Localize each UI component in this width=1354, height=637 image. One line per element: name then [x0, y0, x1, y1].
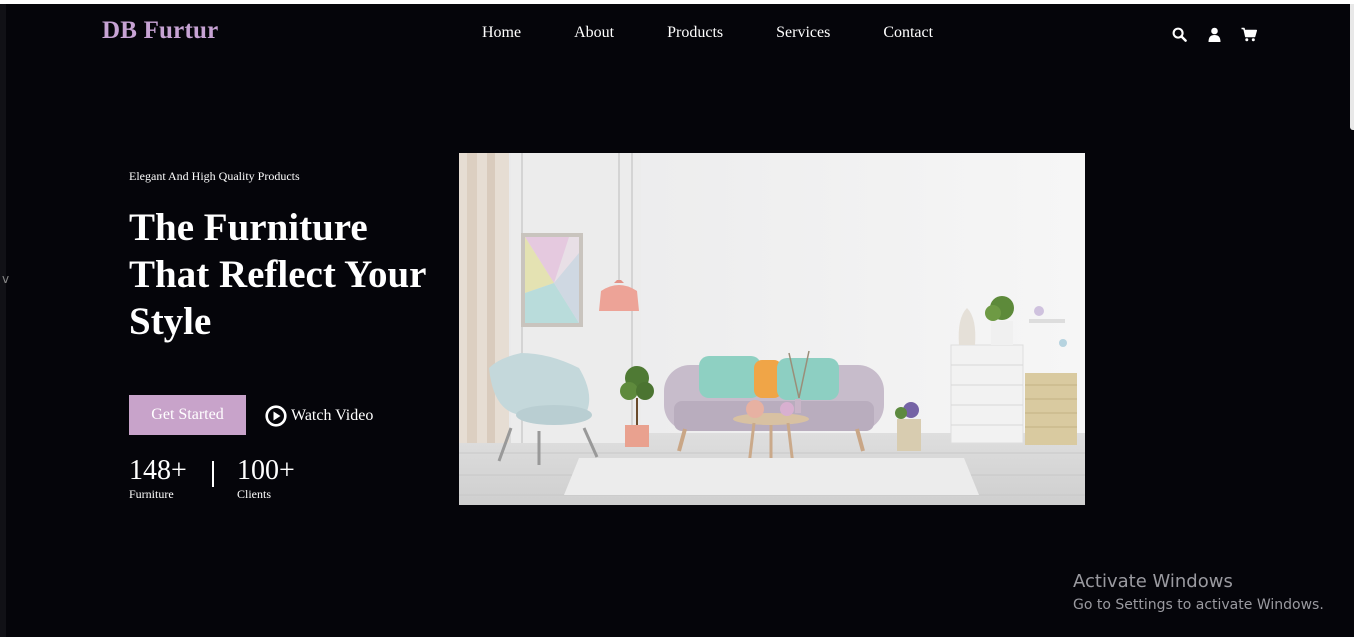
watch-video-label: Watch Video: [291, 407, 374, 424]
os-activation-title: Activate Windows: [1073, 571, 1233, 592]
brand-logo[interactable]: DB Furtur: [102, 17, 218, 45]
nav-services[interactable]: Services: [776, 24, 830, 42]
nav-about[interactable]: About: [574, 24, 614, 42]
stat-value: 148+: [129, 455, 187, 486]
cart-icon[interactable]: [1241, 26, 1257, 42]
scrollbar-track[interactable]: [1350, 4, 1354, 130]
hero-tagline: Elegant And High Quality Products: [129, 169, 300, 183]
stat-clients: 100+ Clients: [237, 456, 295, 502]
nav-home[interactable]: Home: [482, 24, 521, 42]
hero-headline: The Furniture That Reflect Your Style: [129, 206, 426, 343]
get-started-button[interactable]: Get Started: [129, 395, 246, 435]
os-activation-subtitle: Go to Settings to activate Windows.: [1073, 597, 1324, 613]
user-icon[interactable]: [1206, 26, 1222, 42]
stat-furniture: 148+ Furniture: [129, 456, 187, 502]
window-top-border: [0, 0, 1354, 4]
stat-label: Clients: [237, 487, 272, 501]
search-icon[interactable]: [1171, 26, 1187, 42]
main-nav: Home About Products Services Contact: [482, 24, 933, 42]
play-circle-icon: [265, 405, 287, 427]
stray-glyph: v: [2, 272, 10, 286]
nav-products[interactable]: Products: [667, 24, 723, 42]
window-left-edge: [0, 4, 6, 637]
header-icons: [1171, 26, 1257, 42]
stat-value: 100+: [237, 455, 295, 486]
hero-furniture-image: [459, 153, 1085, 505]
stat-label: Furniture: [129, 487, 174, 501]
watch-video-link[interactable]: Watch Video: [265, 405, 373, 427]
nav-contact[interactable]: Contact: [883, 24, 933, 42]
stat-divider: [212, 461, 214, 487]
